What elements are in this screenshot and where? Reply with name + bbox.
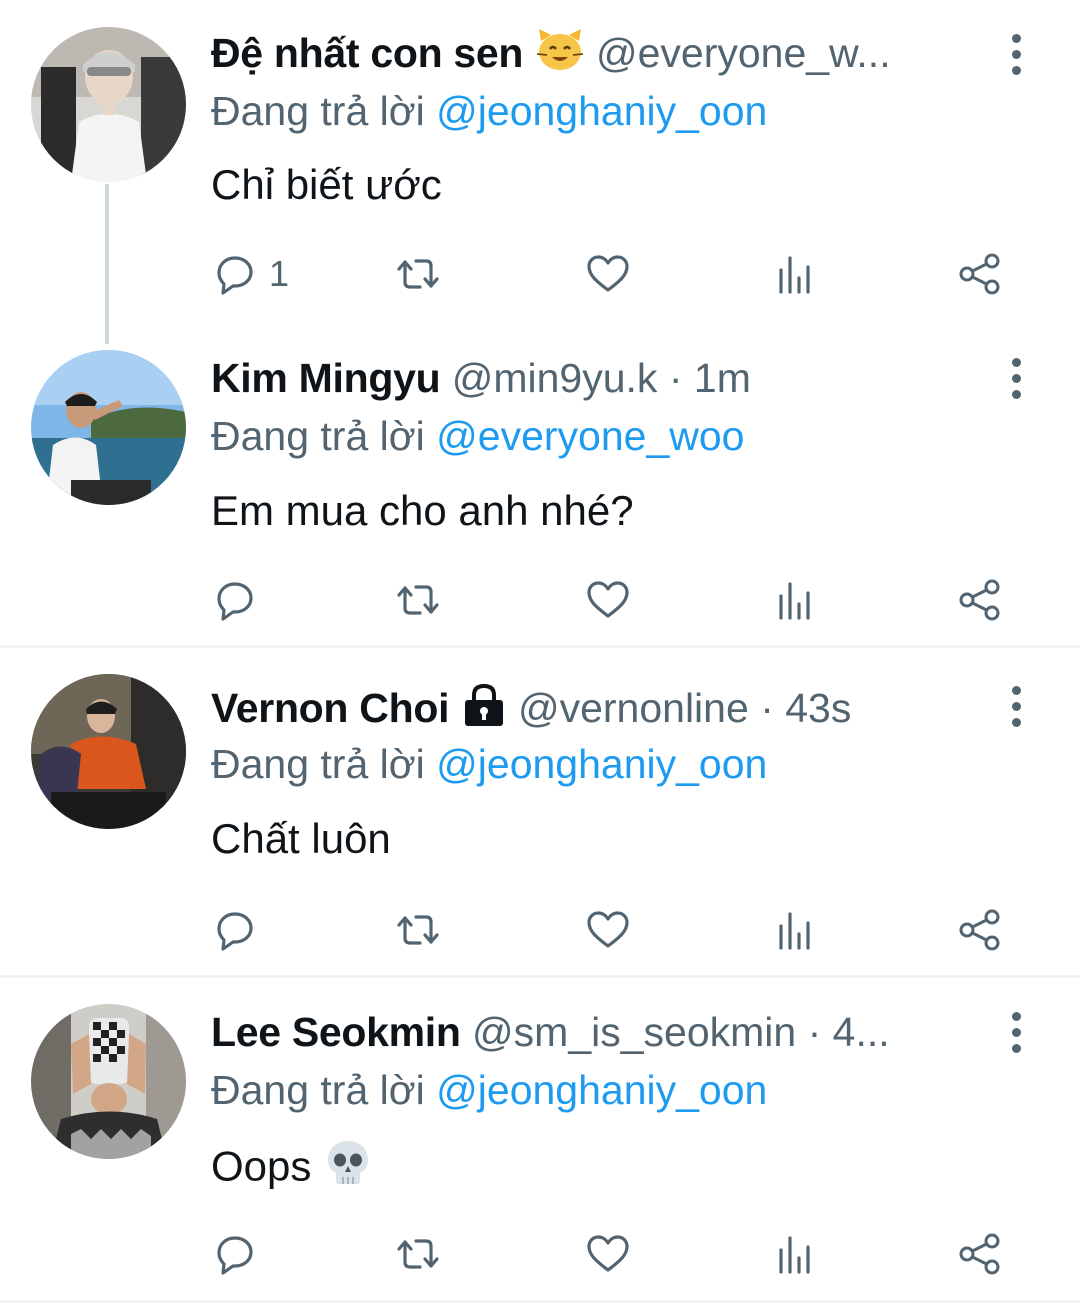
like-button[interactable] <box>584 902 632 958</box>
separator-dot: · <box>760 685 774 731</box>
timestamp[interactable]: 1m <box>694 355 751 401</box>
tweet-header: Vernon Choi @vernonline · 43s <box>211 682 981 739</box>
tweet-2[interactable]: Kim Mingyu @min9yu.k · 1m Đang trả lời @… <box>0 330 1080 645</box>
reply-button[interactable] <box>211 1226 259 1282</box>
views-icon <box>779 582 810 620</box>
handle[interactable]: @vernonline <box>518 685 749 731</box>
replying-to: Đang trả lời @jeonghaniy_oon <box>211 738 767 790</box>
like-icon <box>587 911 629 948</box>
avatar[interactable] <box>31 350 186 505</box>
like-icon <box>587 255 629 292</box>
avatar[interactable] <box>31 1004 186 1159</box>
views-button[interactable] <box>771 902 819 958</box>
mention-link[interactable]: @jeonghaniy_oon <box>436 741 767 787</box>
retweet-icon <box>397 915 439 945</box>
reply-prefix: Đang trả lời <box>211 741 425 787</box>
thread-line <box>105 184 109 344</box>
share-button[interactable] <box>956 572 1004 628</box>
views-button[interactable] <box>771 246 819 302</box>
mention-link[interactable]: @jeonghaniy_oon <box>436 88 767 134</box>
handle[interactable]: @sm_is_seokmin <box>472 1009 796 1055</box>
share-icon <box>959 1233 1000 1275</box>
timestamp[interactable]: 43s <box>785 685 851 731</box>
reply-prefix: Đang trả lời <box>211 413 425 459</box>
retweet-button[interactable] <box>394 902 442 958</box>
like-button[interactable] <box>584 1226 632 1282</box>
mention-link[interactable]: @jeonghaniy_oon <box>436 1067 767 1113</box>
reply-button[interactable] <box>211 902 259 958</box>
tweet-text-content: Oops <box>211 1142 312 1190</box>
share-button[interactable] <box>956 902 1004 958</box>
action-bar: 1 <box>211 246 1031 302</box>
display-name[interactable]: Lee Seokmin <box>211 1009 461 1055</box>
views-icon <box>779 1236 810 1274</box>
retweet-button[interactable] <box>394 246 442 302</box>
reply-icon <box>217 1236 253 1275</box>
retweet-icon <box>397 1239 439 1269</box>
views-button[interactable] <box>771 1226 819 1282</box>
retweet-icon <box>397 259 439 289</box>
views-button[interactable] <box>771 572 819 628</box>
display-name[interactable]: Kim Mingyu <box>211 355 441 401</box>
share-icon <box>959 253 1000 295</box>
tweet-header: Đệ nhất con sen @everyone_w... <box>211 27 981 85</box>
replying-to: Đang trả lời @jeonghaniy_oon <box>211 1064 767 1116</box>
like-button[interactable] <box>584 572 632 628</box>
reply-icon <box>217 582 253 621</box>
avatar[interactable] <box>31 27 186 182</box>
share-button[interactable] <box>956 1226 1004 1282</box>
tweet-header: Kim Mingyu @min9yu.k · 1m <box>211 352 981 404</box>
divider <box>0 1300 1080 1303</box>
tweet-text: Chất luôn <box>211 815 391 862</box>
share-icon <box>959 579 1000 621</box>
like-button[interactable] <box>584 246 632 302</box>
display-name[interactable]: Vernon Choi <box>211 685 449 731</box>
retweet-icon <box>397 585 439 615</box>
action-bar <box>211 1226 1031 1282</box>
reply-count: 1 <box>269 253 290 294</box>
tweet-3[interactable]: Vernon Choi @vernonline · 43s Đang trả l… <box>0 648 1080 975</box>
separator-dot: · <box>807 1009 822 1055</box>
tweet-text: Oops <box>211 1138 373 1201</box>
more-icon[interactable] <box>996 676 1036 736</box>
reply-button[interactable] <box>211 572 259 628</box>
avatar[interactable] <box>31 674 186 829</box>
tweet-header: Lee Seokmin @sm_is_seokmin · 4... <box>211 1006 981 1058</box>
share-button[interactable] <box>956 246 1004 302</box>
handle[interactable]: @everyone_w... <box>596 30 891 76</box>
replying-to: Đang trả lời @everyone_woo <box>211 410 744 462</box>
more-icon[interactable] <box>996 24 1036 84</box>
timestamp[interactable]: 4... <box>833 1009 890 1055</box>
reply-prefix: Đang trả lời <box>211 1067 425 1113</box>
tweet-1[interactable]: Đệ nhất con sen @everyone_w... Đang trả … <box>0 0 1080 344</box>
tweet-text: Chỉ biết ước <box>211 161 442 208</box>
action-bar <box>211 902 1031 958</box>
action-bar <box>211 572 1031 628</box>
lock-icon <box>461 683 507 739</box>
views-icon <box>779 256 810 294</box>
skull-emoji <box>323 1138 373 1201</box>
share-icon <box>959 909 1000 951</box>
more-icon[interactable] <box>996 348 1036 408</box>
retweet-button[interactable] <box>394 1226 442 1282</box>
more-icon[interactable] <box>996 1002 1036 1062</box>
views-icon <box>779 912 810 950</box>
mention-link[interactable]: @everyone_woo <box>436 413 744 459</box>
separator-dot: · <box>668 355 683 401</box>
handle[interactable]: @min9yu.k <box>452 355 658 401</box>
reply-button[interactable]: 1 <box>211 246 289 302</box>
tweet-text: Em mua cho anh nhé? <box>211 487 634 534</box>
display-name[interactable]: Đệ nhất con sen <box>211 30 523 76</box>
reply-icon <box>217 912 253 951</box>
replying-to: Đang trả lời @jeonghaniy_oon <box>211 85 767 137</box>
reply-prefix: Đang trả lời <box>211 88 425 134</box>
retweet-button[interactable] <box>394 572 442 628</box>
like-icon <box>587 581 629 618</box>
reply-icon <box>217 256 253 295</box>
cat-face-emoji <box>535 27 585 85</box>
tweet-4[interactable]: Lee Seokmin @sm_is_seokmin · 4... Đang t… <box>0 978 1080 1305</box>
like-icon <box>587 1235 629 1272</box>
